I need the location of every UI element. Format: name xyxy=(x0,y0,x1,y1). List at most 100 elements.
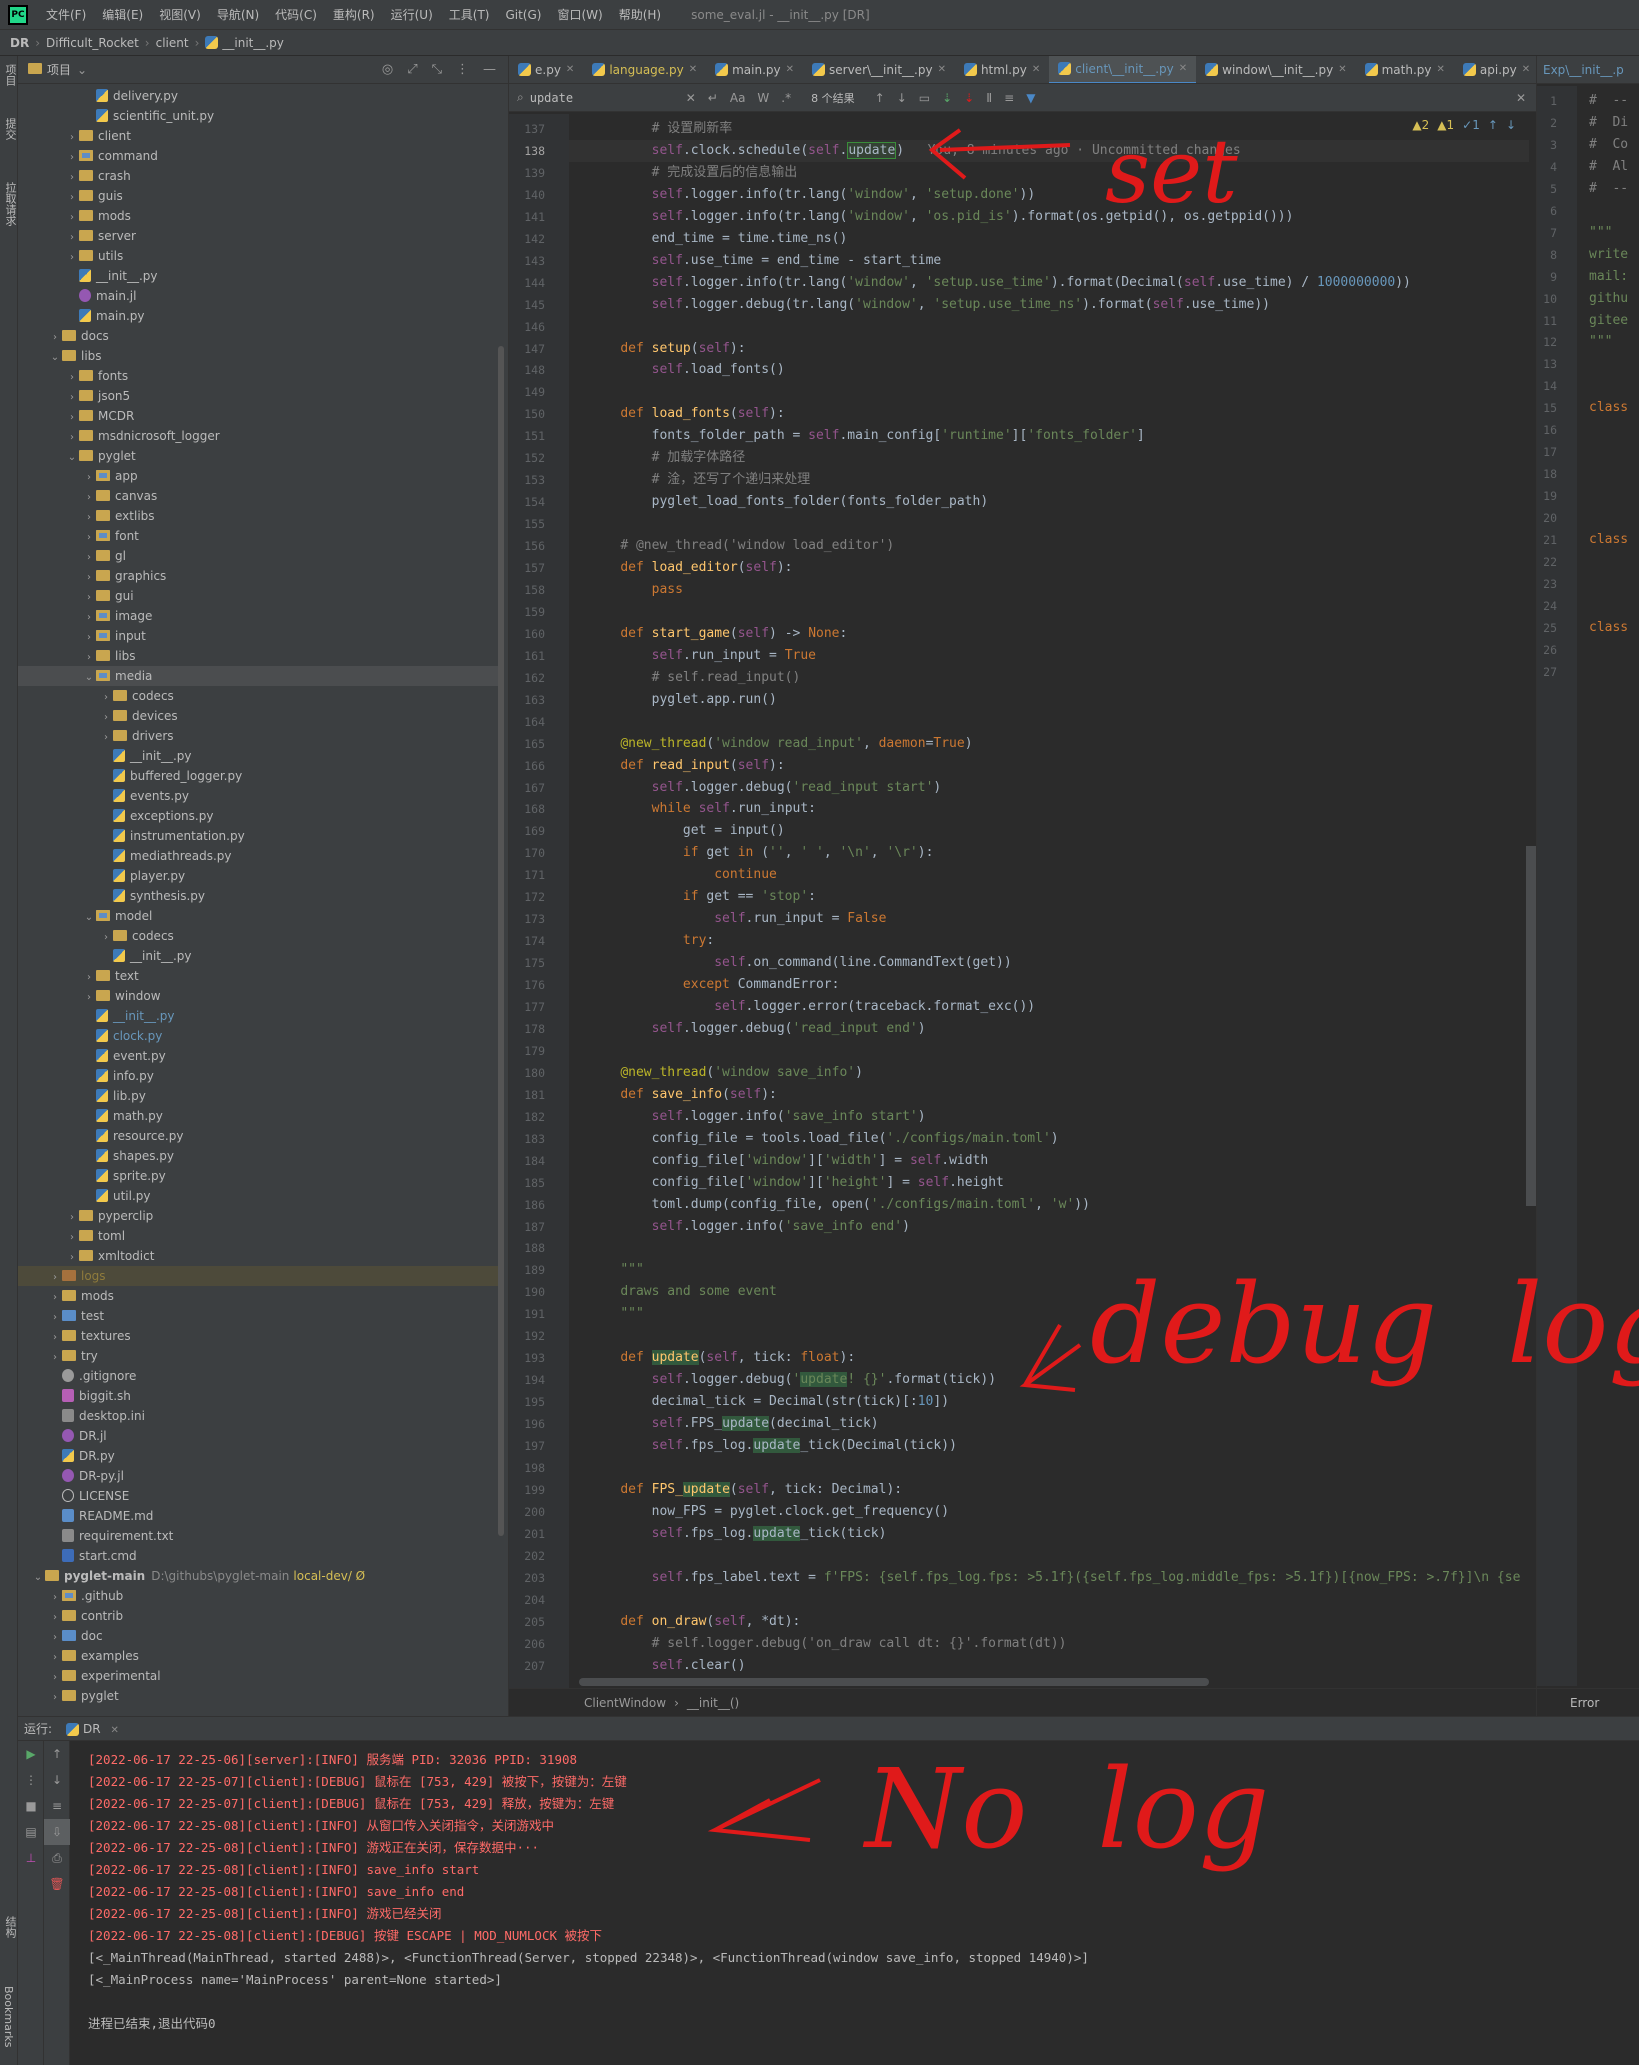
add-selection-icon[interactable]: ⇣ xyxy=(942,91,952,105)
tree-item[interactable]: › doc xyxy=(18,1626,498,1646)
menu-item[interactable]: 导航(N) xyxy=(209,0,267,30)
code-line[interactable]: # 淦，还写了个递归来处理 xyxy=(589,469,811,491)
code-line[interactable]: # self.logger.debug('on_draw call dt: {}… xyxy=(589,1633,1067,1655)
tree-item[interactable]: › toml xyxy=(18,1226,498,1246)
tree-item[interactable]: __init__.py xyxy=(18,946,498,966)
code-line[interactable]: self.logger.info(tr.lang('window', 'setu… xyxy=(589,184,1036,206)
collapse-icon[interactable]: ⤡ xyxy=(432,62,442,77)
tree-item[interactable]: requirement.txt xyxy=(18,1526,498,1546)
tree-item[interactable]: player.py xyxy=(18,866,498,886)
tree-item[interactable]: › server xyxy=(18,226,498,246)
tree-item[interactable]: › gl xyxy=(18,546,498,566)
scroll-up-icon[interactable]: ↑ xyxy=(44,1741,70,1767)
print-icon[interactable]: ⎙ xyxy=(44,1845,70,1871)
chevron-right-icon[interactable]: › xyxy=(65,1228,79,1248)
code-line[interactable]: # Di xyxy=(1589,112,1628,134)
code-line[interactable]: self.on_command(line.CommandText(get)) xyxy=(589,952,1011,974)
tree-item[interactable]: › graphics xyxy=(18,566,498,586)
chevron-right-icon[interactable]: › xyxy=(82,468,96,488)
previous-match-icon[interactable]: ↑ xyxy=(875,91,885,105)
tree-item[interactable]: info.py xyxy=(18,1066,498,1086)
tree-item[interactable]: › mods xyxy=(18,206,498,226)
tree-item[interactable]: math.py xyxy=(18,1106,498,1126)
tree-item[interactable]: › try xyxy=(18,1346,498,1366)
code-line[interactable]: self.FPS_update(decimal_tick) xyxy=(589,1413,879,1435)
code-line[interactable]: self.run_input = False xyxy=(589,908,886,930)
tree-item[interactable]: › extlibs xyxy=(18,506,498,526)
code-line[interactable]: toml.dump(config_file, open('./configs/m… xyxy=(589,1194,1090,1216)
code-line[interactable]: class xyxy=(1589,397,1628,419)
chevron-right-icon[interactable]: › xyxy=(65,168,79,188)
tree-item[interactable]: › input xyxy=(18,626,498,646)
code-line[interactable]: def save_info(self): xyxy=(589,1084,777,1106)
tree-item[interactable]: lib.py xyxy=(18,1086,498,1106)
code-line[interactable]: @new_thread('window read_input', daemon=… xyxy=(589,733,972,755)
code-line[interactable]: if get in ('', ' ', '\n', '\r'): xyxy=(589,842,934,864)
bookmarks-tool-button[interactable]: Bookmarks xyxy=(2,1986,15,2047)
chevron-right-icon[interactable]: › xyxy=(48,1608,62,1628)
code-line[interactable]: fonts_folder_path = self.main_config['ru… xyxy=(589,425,1145,447)
code-line[interactable]: """ xyxy=(1589,222,1612,244)
tree-item[interactable]: › test xyxy=(18,1306,498,1326)
tree-item[interactable]: ⌄ media xyxy=(18,666,498,686)
console-output[interactable]: [2022-06-17 22-25-06][server]:[INFO] 服务端… xyxy=(88,1741,1628,2065)
code-line[interactable]: @new_thread('window save_info') xyxy=(589,1062,863,1084)
tree-item[interactable]: ⌄ model xyxy=(18,906,498,926)
history-icon[interactable]: ↵ xyxy=(708,91,718,105)
pull-requests-tool-button[interactable]: 拉取请求 xyxy=(2,182,18,226)
code-line[interactable]: config_file['window']['height'] = self.h… xyxy=(589,1172,1004,1194)
code-line[interactable]: def setup(self): xyxy=(589,338,745,360)
close-tab-icon[interactable]: ✕ xyxy=(1032,56,1040,83)
close-tab-icon[interactable]: ✕ xyxy=(1437,56,1445,83)
whole-word-button[interactable]: W xyxy=(757,91,769,105)
code-line[interactable]: while self.run_input: xyxy=(589,798,816,820)
code-line[interactable]: # self.read_input() xyxy=(589,667,801,689)
tree-item[interactable]: ⌄ pyglet xyxy=(18,446,498,466)
chevron-right-icon[interactable]: › xyxy=(82,508,96,528)
tree-item[interactable]: › font xyxy=(18,526,498,546)
chevron-right-icon[interactable]: › xyxy=(48,1308,62,1328)
chevron-right-icon[interactable]: › xyxy=(65,1248,79,1268)
run-tab[interactable]: DR ✕ xyxy=(66,1722,119,1736)
tree-item[interactable]: › utils xyxy=(18,246,498,266)
next-match-icon[interactable]: ↓ xyxy=(897,91,907,105)
tree-item[interactable]: synthesis.py xyxy=(18,886,498,906)
code-line[interactable]: """ xyxy=(1589,331,1612,353)
chevron-right-icon[interactable]: › xyxy=(65,248,79,268)
chevron-right-icon[interactable]: › xyxy=(82,588,96,608)
tree-item[interactable]: start.cmd xyxy=(18,1546,498,1566)
code-line[interactable]: self.logger.debug('read_input end') xyxy=(589,1018,926,1040)
tree-item[interactable]: README.md xyxy=(18,1506,498,1526)
tree-item[interactable]: › codecs xyxy=(18,926,498,946)
match-case-button[interactable]: Aa xyxy=(730,91,746,105)
chevron-right-icon[interactable]: › xyxy=(82,568,96,588)
close-tab-icon[interactable]: ✕ xyxy=(566,56,574,83)
editor-tab[interactable]: html.py ✕ xyxy=(955,56,1049,83)
chevron-right-icon[interactable]: › xyxy=(82,968,96,988)
tree-item[interactable]: DR.py xyxy=(18,1446,498,1466)
chevron-right-icon[interactable]: › xyxy=(65,388,79,408)
chevron-right-icon[interactable]: › xyxy=(82,988,96,1008)
tree-item[interactable]: shapes.py xyxy=(18,1146,498,1166)
tree-item[interactable]: mediathreads.py xyxy=(18,846,498,866)
code-line[interactable]: def read_input(self): xyxy=(589,755,784,777)
breadcrumb-subfolder[interactable]: client xyxy=(156,36,189,50)
tree-item[interactable]: delivery.py xyxy=(18,86,498,106)
code-line[interactable]: self.logger.debug(tr.lang('window', 'set… xyxy=(589,294,1270,316)
expand-icon[interactable]: ⤢ xyxy=(407,62,417,77)
code-line[interactable]: """ xyxy=(589,1259,643,1281)
editor-tab[interactable]: math.py ✕ xyxy=(1356,56,1454,83)
code-line[interactable]: self.logger.error(traceback.format_exc()… xyxy=(589,996,1035,1018)
chevron-right-icon[interactable]: › xyxy=(99,728,113,748)
project-tree-scrollbar[interactable] xyxy=(498,346,504,1536)
code-line[interactable]: self.logger.info('save_info end') xyxy=(589,1216,910,1238)
code-line[interactable]: # @new_thread('window load_editor') xyxy=(589,535,894,557)
tree-item[interactable]: › window xyxy=(18,986,498,1006)
chevron-right-icon[interactable]: › xyxy=(99,708,113,728)
code-line[interactable]: self.fps_label.text = f'FPS: {self.fps_l… xyxy=(589,1567,1521,1589)
clear-search-icon[interactable]: ✕ xyxy=(686,91,696,105)
tree-item[interactable]: ⌄ libs xyxy=(18,346,498,366)
tree-item[interactable]: biggit.sh xyxy=(18,1386,498,1406)
code-line[interactable]: def start_game(self) -> None: xyxy=(589,623,847,645)
chevron-right-icon[interactable]: › xyxy=(65,408,79,428)
